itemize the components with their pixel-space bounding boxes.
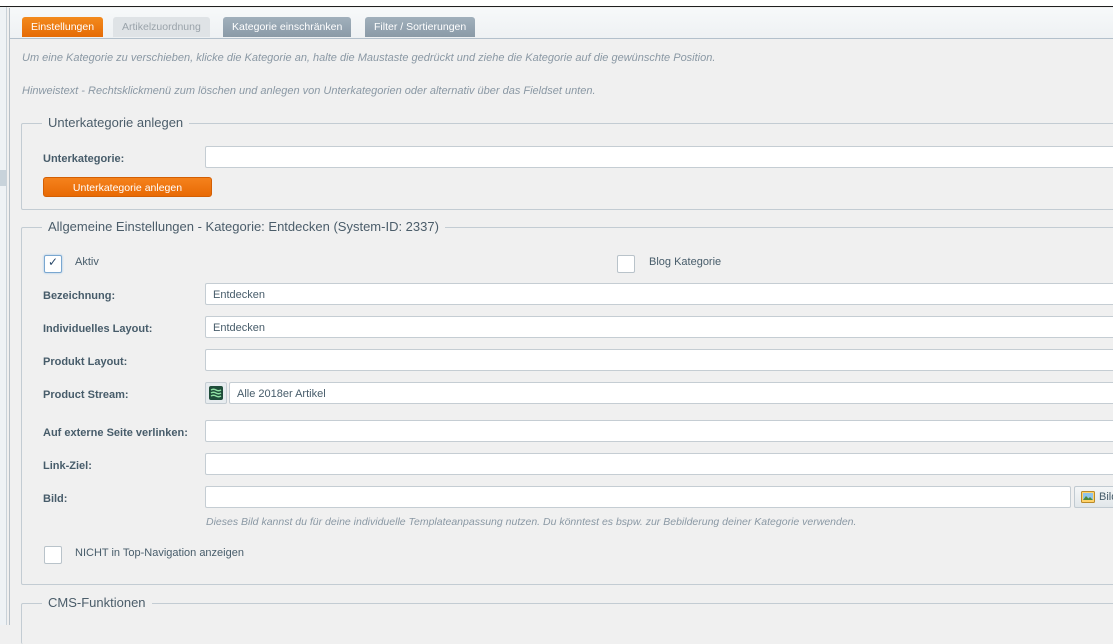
checkmark-icon: ✓ — [48, 255, 59, 269]
product-stream-label: Product Stream: — [43, 389, 129, 401]
image-input[interactable] — [205, 486, 1071, 508]
individual-layout-label: Individuelles Layout: — [43, 323, 153, 335]
window-top-edge — [0, 0, 1113, 7]
fieldset-subcategory: Unterkategorie anlegen Unterkategorie: U… — [21, 115, 1113, 210]
category-tree-selection[interactable] — [0, 170, 6, 186]
external-link-label: Auf externe Seite verlinken: — [43, 427, 188, 439]
hide-top-navigation-checkbox[interactable] — [44, 546, 62, 564]
subcategory-input[interactable] — [205, 146, 1113, 168]
individual-layout-input[interactable]: Entdecken — [205, 316, 1113, 338]
bezeichnung-input[interactable]: Entdecken — [205, 283, 1113, 305]
tab-bar: Einstellungen Artikelzuordnung Kategorie… — [10, 8, 1113, 39]
fieldset-cms-legend: CMS-Funktionen — [42, 595, 152, 610]
product-stream-icon-graphic — [209, 386, 223, 400]
hint-move-category: Um eine Kategorie zu verschieben, klicke… — [22, 52, 716, 64]
image-icon — [1081, 491, 1095, 503]
tab-filter-sortierungen[interactable]: Filter / Sortierungen — [365, 17, 476, 37]
subcategory-label: Unterkategorie: — [43, 153, 125, 165]
fieldset-subcategory-legend: Unterkategorie anlegen — [42, 115, 190, 130]
blog-category-label: Blog Kategorie — [649, 256, 722, 268]
category-settings-panel: Einstellungen Artikelzuordnung Kategorie… — [9, 8, 1113, 644]
fieldset-general-legend: Allgemeine Einstellungen - Kategorie: En… — [42, 219, 445, 234]
create-subcategory-button[interactable]: Unterkategorie anlegen — [43, 177, 212, 197]
fieldset-cms: CMS-Funktionen — [21, 595, 1113, 644]
external-link-input[interactable] — [205, 420, 1113, 442]
tab-einstellungen[interactable]: Einstellungen — [22, 17, 104, 37]
image-select-label: Bild — [1099, 491, 1113, 503]
link-target-label: Link-Ziel: — [43, 460, 92, 472]
product-layout-label: Produkt Layout: — [43, 356, 128, 368]
hint-context-menu: Hinweistext - Rechtsklickmenü zum lösche… — [22, 85, 596, 97]
product-stream-icon[interactable] — [205, 382, 227, 404]
tab-artikelzuordnung: Artikelzuordnung — [113, 17, 210, 37]
tab-kategorie-einschraenken[interactable]: Kategorie einschränken — [223, 17, 352, 37]
category-tree-edge[interactable] — [0, 7, 7, 625]
product-stream-input[interactable]: Alle 2018er Artikel — [229, 382, 1113, 404]
link-target-input[interactable] — [205, 453, 1113, 475]
aktiv-label: Aktiv — [75, 256, 99, 268]
image-label: Bild: — [43, 493, 68, 505]
fieldset-general-settings: Allgemeine Einstellungen - Kategorie: En… — [21, 219, 1113, 585]
blog-category-checkbox[interactable] — [617, 255, 635, 273]
image-select-button[interactable]: Bild — [1074, 486, 1113, 508]
image-hint: Dieses Bild kannst du für deine individu… — [206, 516, 857, 528]
hide-top-navigation-label: NICHT in Top-Navigation anzeigen — [75, 547, 244, 559]
bezeichnung-label: Bezeichnung: — [43, 290, 116, 302]
aktiv-checkbox[interactable]: ✓ — [44, 255, 62, 273]
product-layout-input[interactable] — [205, 349, 1113, 371]
